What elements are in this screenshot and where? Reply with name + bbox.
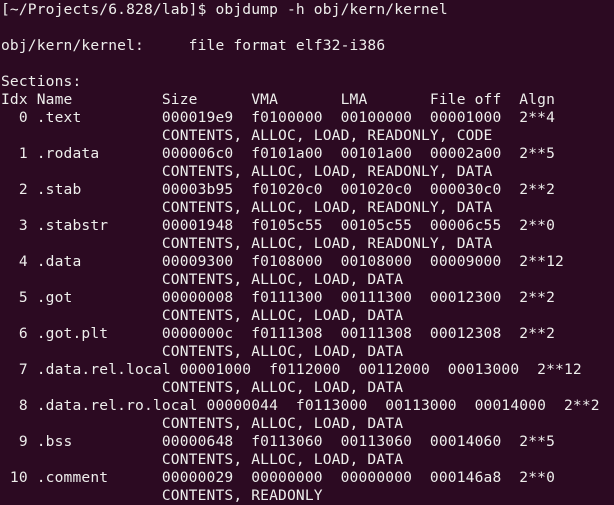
section-row: 1 .rodata 000006c0 f0101a00 00101a00 000… [1, 145, 556, 162]
section-row: 5 .got 00000008 f0111300 00111300 000123… [1, 289, 556, 306]
section-flags: CONTENTS, ALLOC, LOAD, DATA [1, 343, 404, 360]
shell-prompt: [~/Projects/6.828/lab]$ [1, 1, 216, 18]
section-row: 10 .comment 00000029 00000000 00000000 0… [1, 469, 556, 486]
section-flags: CONTENTS, ALLOC, LOAD, DATA [1, 379, 404, 396]
section-flags: CONTENTS, READONLY [1, 487, 323, 504]
section-flags: CONTENTS, ALLOC, LOAD, DATA [1, 415, 404, 432]
command-line: [~/Projects/6.828/lab]$ objdump -h obj/k… [1, 1, 614, 19]
file-format-line: obj/kern/kernel: file format elf32-i386 [1, 37, 386, 54]
section-row: 0 .text 000019e9 f0100000 00100000 00001… [1, 109, 556, 126]
section-flags: CONTENTS, ALLOC, LOAD, READONLY, DATA [1, 163, 493, 180]
section-row: 8 .data.rel.ro.local 00000044 f0113000 0… [1, 397, 600, 414]
terminal-output[interactable]: [~/Projects/6.828/lab]$ objdump -h obj/k… [0, 0, 614, 505]
command-text: objdump -h obj/kern/kernel [215, 1, 448, 18]
section-row: 9 .bss 00000648 f0113060 00113060 000140… [1, 433, 556, 450]
section-row: 6 .got.plt 0000000c f0111308 00111308 00… [1, 325, 556, 342]
section-row: 3 .stabstr 00001948 f0105c55 00105c55 00… [1, 217, 556, 234]
section-flags: CONTENTS, ALLOC, LOAD, DATA [1, 451, 404, 468]
sections-table-header: Idx Name Size VMA LMA File off Algn [1, 91, 556, 108]
section-flags: CONTENTS, ALLOC, LOAD, DATA [1, 271, 404, 288]
section-flags: CONTENTS, ALLOC, LOAD, DATA [1, 307, 404, 324]
section-row: 7 .data.rel.local 00001000 f0112000 0011… [1, 361, 582, 378]
section-flags: CONTENTS, ALLOC, LOAD, READONLY, CODE [1, 127, 493, 144]
section-flags: CONTENTS, ALLOC, LOAD, READONLY, DATA [1, 199, 493, 216]
section-flags: CONTENTS, ALLOC, LOAD, READONLY, DATA [1, 235, 493, 252]
section-row: 4 .data 00009300 f0108000 00108000 00009… [1, 253, 564, 270]
sections-label: Sections: [1, 73, 82, 90]
section-row: 2 .stab 00003b95 f01020c0 001020c0 00003… [1, 181, 556, 198]
